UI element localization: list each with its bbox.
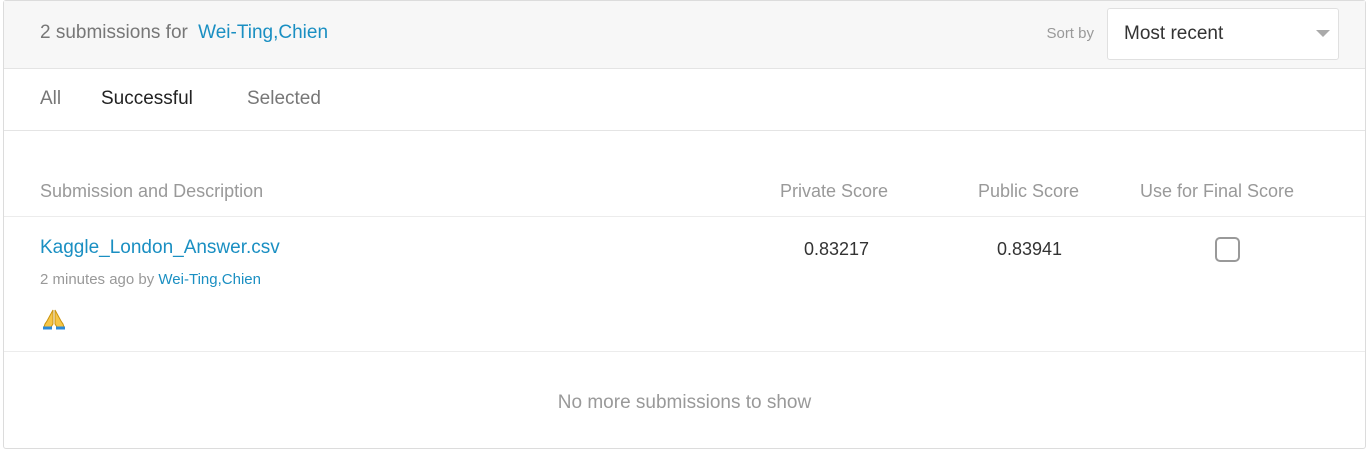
column-header-private-score: Private Score (780, 181, 889, 201)
sort-select-value: Most recent (1124, 23, 1224, 44)
submissions-title: 2 submissions for Wei-Ting,Chien (40, 22, 328, 44)
submission-time: 2 minutes ago by (40, 271, 155, 288)
chevron-down-icon (1316, 30, 1330, 37)
column-header-submission: Submission and Description (40, 181, 264, 201)
private-score-value: 0.83217 (804, 239, 870, 259)
tab-all[interactable]: All (40, 88, 61, 110)
sort-by-label: Sort by (1046, 25, 1094, 42)
submission-file-link[interactable]: Kaggle_London_Answer.csv (40, 237, 280, 259)
submission-author-link[interactable]: Wei-Ting,Chien (158, 271, 261, 288)
team-user-link[interactable]: Wei-Ting,Chien (198, 22, 328, 43)
folded-hands-icon (43, 309, 65, 330)
submissions-panel: 2 submissions for Wei-Ting,Chien Sort by… (3, 0, 1366, 449)
header-divider (4, 216, 1365, 217)
column-header-final-score: Use for Final Score (1140, 181, 1295, 201)
use-for-final-checkbox[interactable] (1215, 237, 1240, 262)
submission-filter-tabs: All Successful Selected (4, 69, 1365, 131)
row-divider (4, 351, 1365, 352)
submissions-header: 2 submissions for Wei-Ting,Chien Sort by… (4, 1, 1365, 69)
column-header-public-score: Public Score (978, 181, 1080, 201)
tab-successful[interactable]: Successful (101, 88, 193, 110)
public-score-value: 0.83941 (997, 239, 1063, 259)
no-more-submissions-text: No more submissions to show (557, 392, 812, 413)
tab-selected[interactable]: Selected (247, 88, 321, 110)
sort-select[interactable]: Most recent (1107, 8, 1339, 60)
submissions-count-text: 2 submissions for (40, 22, 188, 43)
submission-meta: 2 minutes ago by Wei-Ting,Chien (40, 271, 261, 288)
